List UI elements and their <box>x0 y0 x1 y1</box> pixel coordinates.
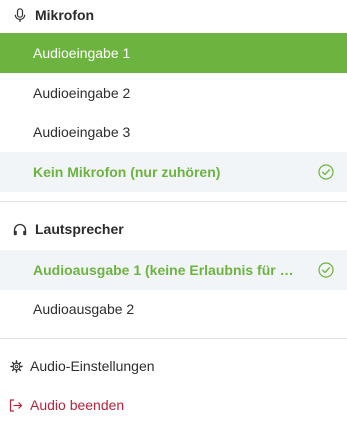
audio-output-1-label: Audioausgabe 1 (keine Erlaubnis für Gerä… <box>33 262 301 278</box>
speaker-section-title: Lautsprecher <box>35 221 124 237</box>
audio-settings-button[interactable]: Audio-Einstellungen <box>0 349 347 383</box>
no-microphone-item[interactable]: Kein Mikrofon (nur zuhören) <box>0 152 347 192</box>
audio-settings-label: Audio-Einstellungen <box>30 358 155 374</box>
actions-divider <box>0 338 347 339</box>
microphone-section-title: Mikrofon <box>35 7 95 23</box>
section-divider <box>0 201 347 202</box>
gear-icon <box>9 359 23 373</box>
audio-input-3-item[interactable]: Audioeingabe 3 <box>0 112 347 152</box>
audio-input-1-label: Audioeingabe 1 <box>33 45 131 61</box>
audio-output-2-item[interactable]: Audioausgabe 2 <box>0 289 347 329</box>
audio-input-2-label: Audioeingabe 2 <box>33 85 131 101</box>
audio-input-2-item[interactable]: Audioeingabe 2 <box>0 73 347 113</box>
exit-icon <box>9 398 23 412</box>
check-circle-icon <box>318 262 334 278</box>
leave-audio-button[interactable]: Audio beenden <box>0 388 347 422</box>
audio-menu: Mikrofon Audioeingabe 1 Audioeingabe 2 A… <box>0 0 347 423</box>
leave-audio-label: Audio beenden <box>30 397 125 413</box>
headphones-icon <box>13 222 27 236</box>
audio-output-2-label: Audioausgabe 2 <box>33 301 135 317</box>
audio-input-1-item[interactable]: Audioeingabe 1 <box>0 33 347 73</box>
no-microphone-label: Kein Mikrofon (nur zuhören) <box>33 164 221 180</box>
microphone-icon <box>13 7 27 22</box>
microphone-section-header: Mikrofon <box>0 1 347 29</box>
speaker-section-header: Lautsprecher <box>0 215 347 243</box>
check-circle-icon <box>318 164 334 180</box>
audio-output-1-item[interactable]: Audioausgabe 1 (keine Erlaubnis für Gerä… <box>0 250 347 290</box>
audio-input-3-label: Audioeingabe 3 <box>33 124 131 140</box>
